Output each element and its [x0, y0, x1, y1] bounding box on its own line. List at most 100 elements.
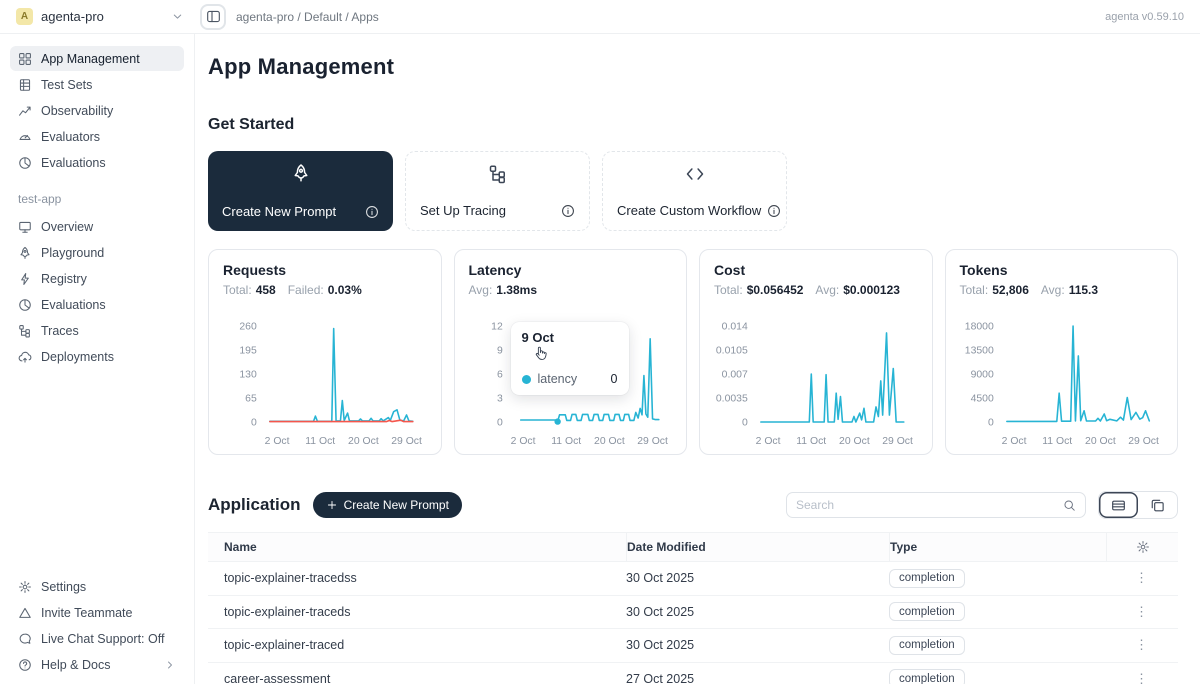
app-name: topic-explainer-traced — [208, 629, 626, 662]
header-type[interactable]: Type — [889, 533, 1106, 561]
sidebar-item-test-sets[interactable]: Test Sets — [10, 72, 184, 97]
search-input[interactable] — [796, 498, 1063, 512]
sidebar-item-app-management[interactable]: App Management — [10, 46, 184, 71]
chart-tooltip: 9 Octlatency0 — [511, 322, 629, 395]
sidebar-item-label: Overview — [41, 220, 93, 234]
sidebar-item-settings[interactable]: Settings — [10, 574, 184, 599]
gauge-icon — [18, 130, 32, 144]
workspace-selector[interactable]: A agenta-pro — [16, 8, 184, 25]
create-new-prompt-button[interactable]: Create New Prompt — [313, 492, 462, 518]
monitor-icon — [18, 220, 32, 234]
series-dot — [522, 375, 531, 384]
info-icon[interactable] — [365, 205, 379, 219]
sidebar-item-playground[interactable]: Playground — [10, 240, 184, 265]
kebab-menu-icon[interactable]: ⋮ — [1135, 570, 1149, 586]
sidebar-item-label: Evaluations — [41, 298, 106, 312]
date-modified: 30 Oct 2025 — [626, 596, 889, 629]
create-new-prompt-card[interactable]: Create New Prompt — [208, 151, 393, 231]
chart-title: Cost — [714, 262, 918, 278]
info-icon[interactable] — [561, 204, 575, 218]
evaluations-icon — [18, 298, 32, 312]
table-view-icon — [1111, 498, 1126, 513]
svg-text:0: 0 — [251, 417, 257, 428]
set-up-tracing-card[interactable]: Set Up Tracing — [405, 151, 590, 231]
observability-icon — [18, 104, 32, 118]
sidebar-item-label: Test Sets — [41, 78, 92, 92]
code-icon — [617, 164, 772, 184]
sidebar-item-registry[interactable]: Registry — [10, 266, 184, 291]
applications-table: Name Date Modified Type topic-explainer-… — [208, 532, 1178, 684]
tooltip-series-label: latency — [538, 372, 578, 386]
kebab-menu-icon[interactable]: ⋮ — [1135, 604, 1149, 620]
table-row[interactable]: topic-explainer-traced30 Oct 2025complet… — [208, 629, 1178, 663]
svg-text:65: 65 — [245, 393, 257, 404]
svg-text:11 Oct: 11 Oct — [1042, 436, 1072, 447]
sidebar: App ManagementTest SetsObservabilityEval… — [0, 34, 195, 684]
svg-text:11 Oct: 11 Oct — [551, 436, 581, 447]
sidebar-item-label: Live Chat Support: Off — [41, 632, 164, 646]
sidebar-item-evaluators[interactable]: Evaluators — [10, 124, 184, 149]
sidebar-item-label: Registry — [41, 272, 87, 286]
svg-text:260: 260 — [239, 321, 257, 332]
svg-text:9000: 9000 — [970, 369, 993, 380]
chevron-down-icon — [171, 10, 184, 23]
header-date-modified[interactable]: Date Modified — [626, 533, 889, 561]
svg-text:0.007: 0.007 — [722, 369, 748, 380]
view-toggle — [1098, 491, 1178, 519]
sidebar-item-observability[interactable]: Observability — [10, 98, 184, 123]
sidebar-item-deployments[interactable]: Deployments — [10, 344, 184, 369]
lightning-icon — [18, 272, 32, 286]
sidebar-item-traces[interactable]: Traces — [10, 318, 184, 343]
create-custom-workflow-card[interactable]: Create Custom Workflow — [602, 151, 787, 231]
app-name: topic-explainer-traceds — [208, 596, 626, 629]
svg-text:0: 0 — [987, 417, 993, 428]
svg-text:0.0035: 0.0035 — [716, 393, 748, 404]
testsets-icon — [18, 78, 32, 92]
chart-card-requests: RequestsTotal:458Failed:0.03%06513019526… — [208, 249, 442, 455]
date-modified: 30 Oct 2025 — [626, 629, 889, 662]
type-badge: completion — [889, 569, 965, 588]
kebab-menu-icon[interactable]: ⋮ — [1135, 671, 1149, 684]
chart-stats: Avg:1.38ms — [469, 283, 673, 297]
search-box — [786, 492, 1086, 518]
tree-icon — [420, 164, 575, 184]
kebab-menu-icon[interactable]: ⋮ — [1135, 637, 1149, 653]
sidebar-item-invite-teammate[interactable]: Invite Teammate — [10, 600, 184, 625]
table-row[interactable]: topic-explainer-tracedss30 Oct 2025compl… — [208, 562, 1178, 596]
tree-icon — [18, 324, 32, 338]
table-view-button[interactable] — [1099, 492, 1138, 518]
topbar: A agenta-pro agenta-pro / Default / Apps… — [0, 0, 1200, 34]
svg-text:12: 12 — [491, 321, 503, 332]
svg-text:20 Oct: 20 Oct — [594, 436, 625, 447]
gear-icon[interactable] — [1136, 540, 1150, 554]
sidebar-item-help-docs[interactable]: Help & Docs — [10, 652, 184, 677]
sidebar-toggle-button[interactable] — [200, 4, 226, 30]
header-name[interactable]: Name — [208, 533, 626, 561]
get-started-title: Get Started — [208, 116, 1178, 134]
svg-text:29 Oct: 29 Oct — [637, 436, 668, 447]
chart-title: Tokens — [960, 262, 1164, 278]
breadcrumb: agenta-pro / Default / Apps — [236, 10, 379, 24]
grid-icon — [18, 52, 32, 66]
chart-card-latency: LatencyAvg:1.38ms0369122 Oct11 Oct20 Oct… — [454, 249, 688, 455]
table-row[interactable]: topic-explainer-traceds30 Oct 2025comple… — [208, 596, 1178, 630]
app-root: A agenta-pro agenta-pro / Default / Apps… — [0, 0, 1200, 684]
card-label: Set Up Tracing — [420, 203, 506, 218]
hand-cursor-icon — [532, 345, 549, 367]
application-title: Application — [208, 495, 301, 515]
sidebar-item-live-chat-support-off[interactable]: Live Chat Support: Off — [10, 626, 184, 651]
type-badge: completion — [889, 669, 965, 684]
svg-text:6: 6 — [496, 369, 502, 380]
table-row[interactable]: career-assessment27 Oct 2025completion⋮ — [208, 663, 1178, 684]
workspace-avatar: A — [16, 8, 33, 25]
card-view-button[interactable] — [1138, 492, 1177, 518]
sidebar-item-evaluations[interactable]: Evaluations — [10, 150, 184, 175]
sidebar-item-label: Playground — [41, 246, 104, 260]
sidebar-item-evaluations[interactable]: Evaluations — [10, 292, 184, 317]
svg-text:3: 3 — [496, 393, 502, 404]
svg-text:2 Oct: 2 Oct — [510, 436, 535, 447]
sidebar-item-overview[interactable]: Overview — [10, 214, 184, 239]
info-icon[interactable] — [767, 204, 781, 218]
svg-text:195: 195 — [239, 345, 257, 356]
date-modified: 27 Oct 2025 — [626, 663, 889, 684]
